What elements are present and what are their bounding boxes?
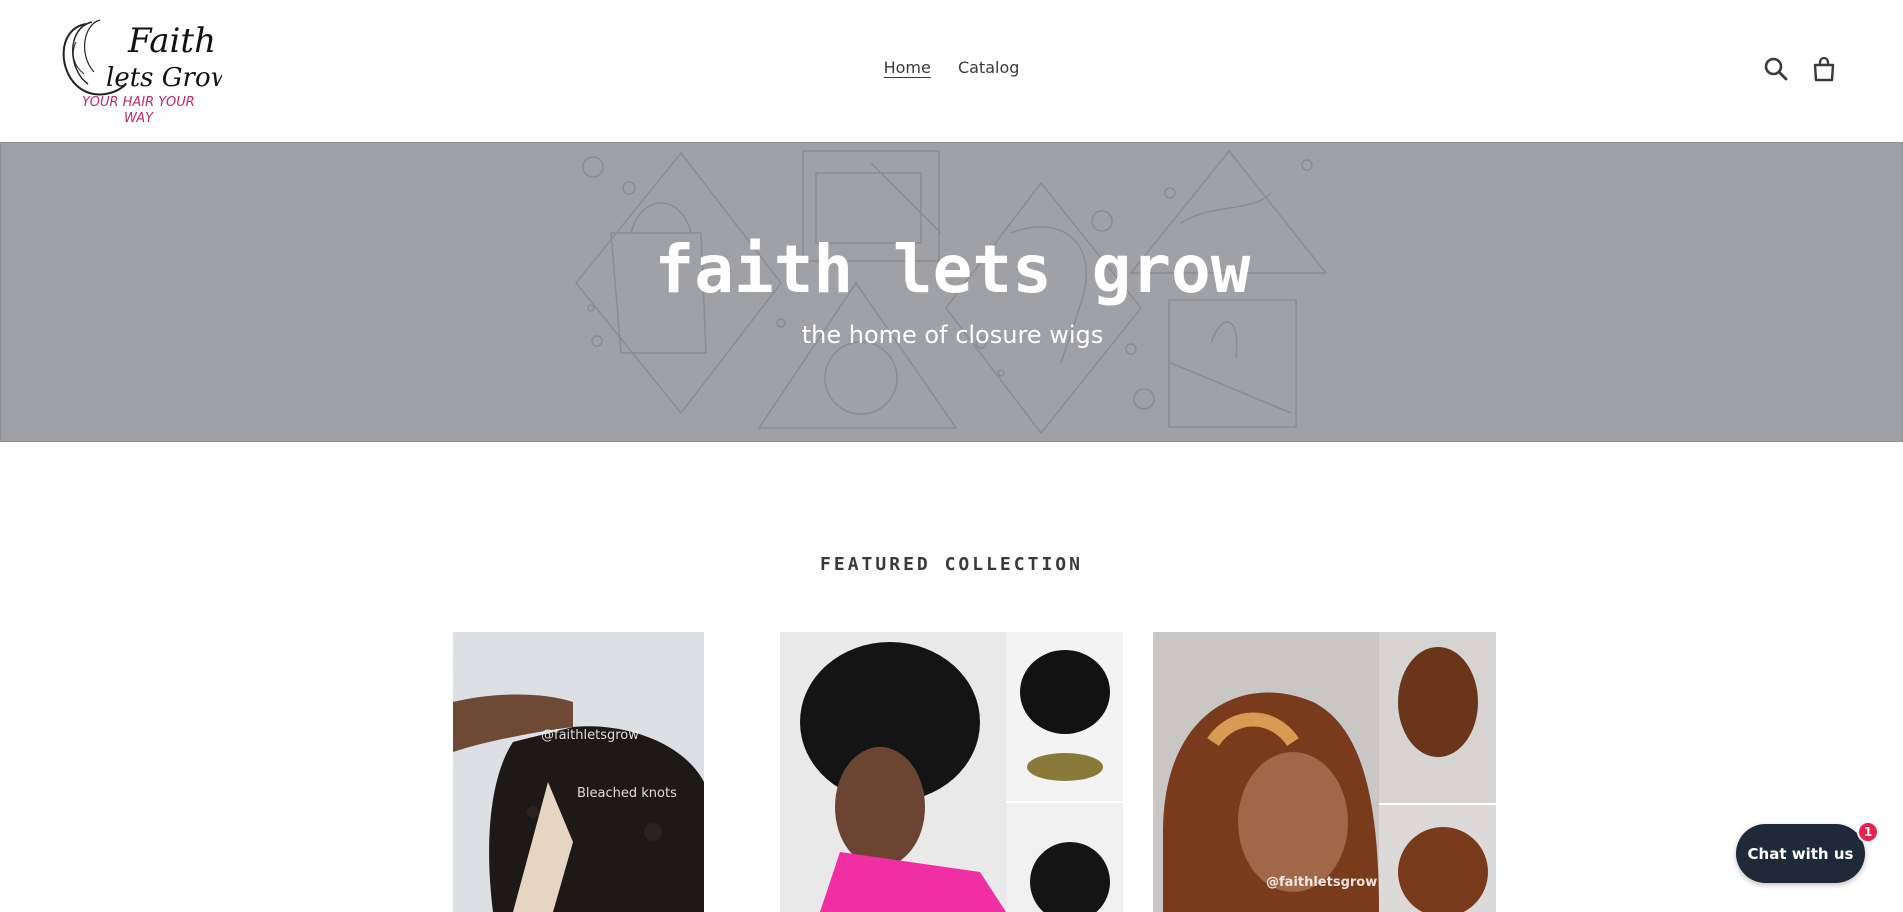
site-header: Faith lets Grow YOUR HAIR YOUR WAY Home … <box>0 0 1903 142</box>
chat-button-label: Chat with us <box>1747 844 1854 863</box>
cart-icon[interactable] <box>1811 56 1837 82</box>
product-1-watermark: @faithletsgrow <box>541 728 639 743</box>
hero-banner: faith lets grow the home of closure wigs <box>0 142 1903 442</box>
featured-collection-title: FEATURED COLLECTION <box>820 554 1083 575</box>
product-card-2[interactable] <box>780 632 1123 912</box>
product-image-1 <box>453 632 704 912</box>
main-nav: Home Catalog <box>0 58 1903 77</box>
search-icon[interactable] <box>1763 56 1789 82</box>
logo-tagline-line2: WAY <box>124 111 154 126</box>
product-card-1[interactable]: @faithletsgrow Bleached knots <box>453 632 704 912</box>
logo-brand-line1: Faith <box>127 21 216 61</box>
hero-title: faith lets grow <box>654 231 1251 308</box>
product-image-2 <box>780 632 1123 912</box>
product-1-caption: Bleached knots <box>577 786 677 801</box>
hero-subtitle: the home of closure wigs <box>801 321 1104 349</box>
product-card-3[interactable]: @faithletsgrow <box>1153 632 1496 912</box>
logo-tagline-line1: YOUR HAIR YOUR <box>82 95 195 110</box>
chat-notification-badge: 1 <box>1857 821 1879 843</box>
header-actions <box>1763 56 1837 82</box>
nav-link-home[interactable]: Home <box>884 58 931 77</box>
product-image-3 <box>1153 632 1496 912</box>
chat-with-us-button[interactable]: Chat with us <box>1736 824 1865 883</box>
product-3-watermark: @faithletsgrow <box>1266 875 1378 890</box>
nav-link-catalog[interactable]: Catalog <box>958 58 1019 77</box>
